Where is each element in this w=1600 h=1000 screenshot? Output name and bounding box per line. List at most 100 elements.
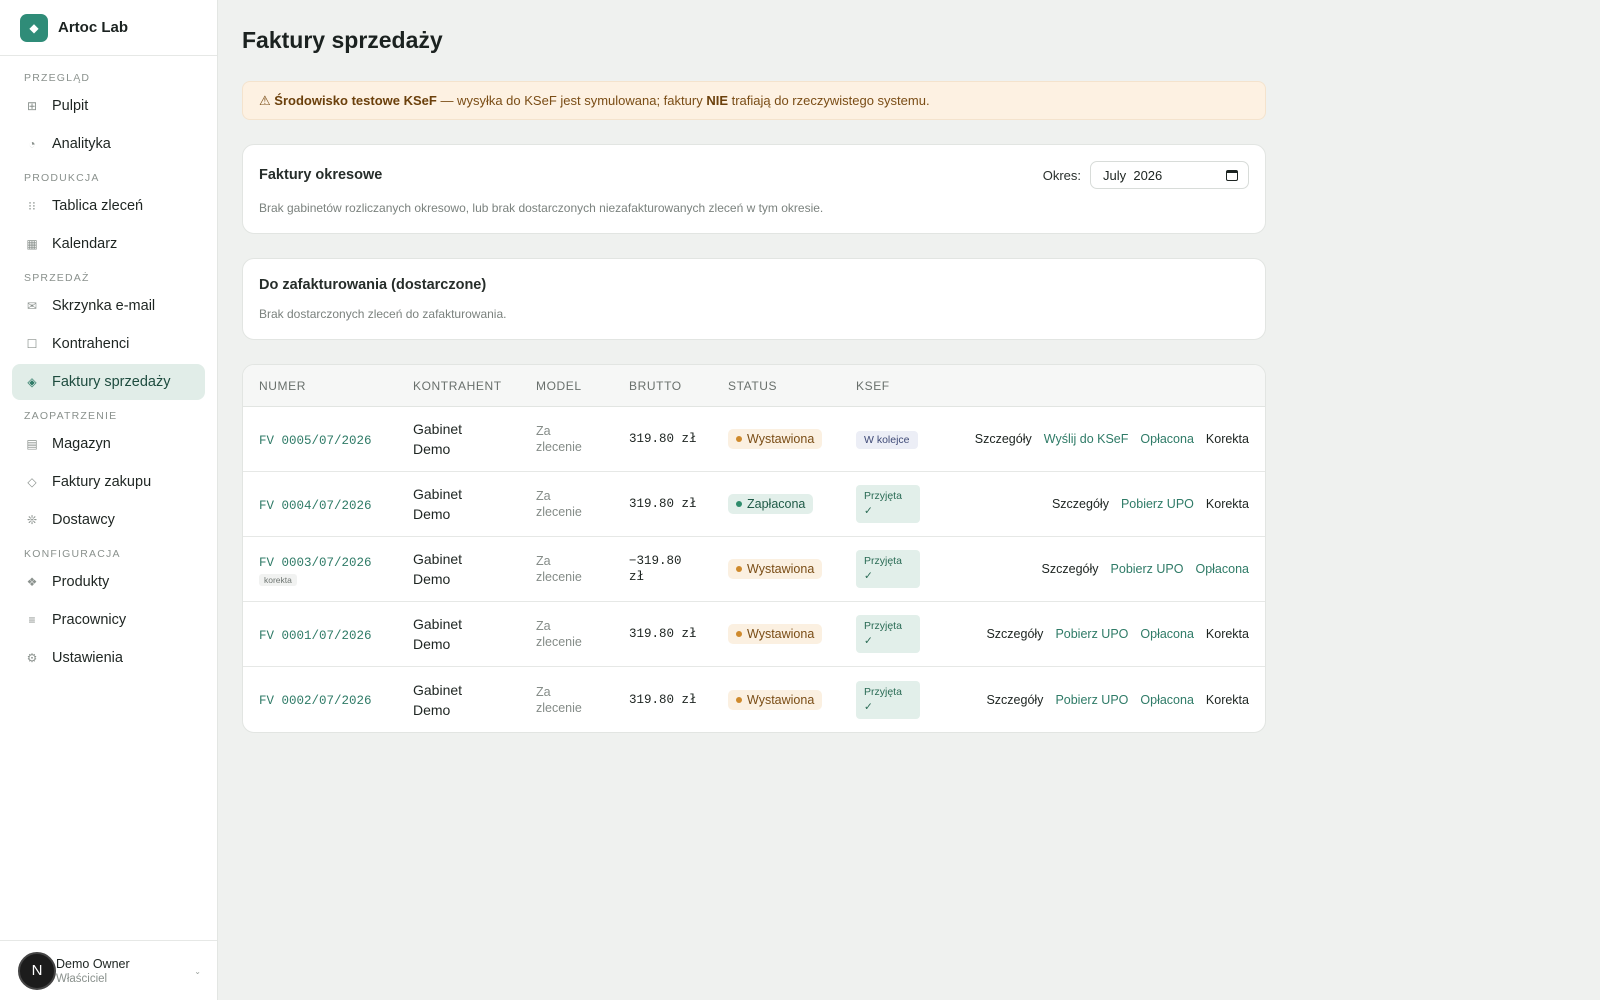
gross-cell: 319.80 zł	[629, 626, 728, 642]
model-cell: Za zlecenie	[536, 553, 629, 585]
ksef-badge-line: Przyjęta	[864, 620, 902, 632]
period-value: July 2026	[1103, 167, 1163, 183]
action-pobierz-upo[interactable]: Pobierz UPO	[1055, 693, 1128, 707]
nav-section-label: SPRZEDAŻ	[24, 272, 90, 284]
suppliers-icon: ❊	[26, 513, 38, 527]
action-opłacona[interactable]: Opłacona	[1140, 693, 1194, 707]
invoice-number-link[interactable]: FV 0002/07/2026	[259, 694, 372, 708]
chevron-down-icon[interactable]: ⌄	[194, 967, 201, 976]
header-status: STATUS	[728, 378, 778, 393]
action-korekta[interactable]: Korekta	[1206, 432, 1249, 446]
action-szczegóły[interactable]: Szczegóły	[986, 693, 1043, 707]
sidebar-item-label: Analityka	[52, 136, 111, 152]
sidebar-item-faktury-sprzedaży[interactable]: ◈ Faktury sprzedaży	[12, 364, 205, 400]
sidebar-item-faktury-zakupu[interactable]: ◇ Faktury zakupu	[12, 464, 205, 500]
ksef-cell: Przyjęta ✓	[856, 680, 936, 719]
sidebar-item-label: Faktury zakupu	[52, 474, 152, 490]
status-label: Zapłacona	[747, 497, 806, 511]
avatar[interactable]: N	[18, 951, 56, 990]
nav-section-label: PRZEGLĄD	[24, 72, 91, 84]
contractor-line: Gabinet	[413, 616, 463, 632]
warning-icon: ⚠	[259, 92, 271, 108]
action-pobierz-upo[interactable]: Pobierz UPO	[1055, 627, 1128, 641]
sidebar-item-kalendarz[interactable]: ▦ Kalendarz	[12, 226, 205, 262]
sidebar-item-label: Skrzynka e-mail	[52, 298, 156, 314]
sidebar-item-tablica-zleceń[interactable]: ⁝⁝ Tablica zleceń	[12, 188, 205, 224]
invoice-number-link[interactable]: FV 0004/07/2026	[259, 499, 372, 513]
table-row: FV 0002/07/2026 Gabinet Demo Za zlecenie 319.…	[243, 667, 1265, 732]
invoice-number-link[interactable]: FV 0001/07/2026	[259, 629, 372, 643]
actions-cell: Szczegóły Pobierz UPO Korekta	[936, 497, 1265, 511]
action-szczegóły[interactable]: Szczegóły	[975, 432, 1032, 446]
action-korekta[interactable]: Korekta	[1206, 693, 1249, 707]
action-pobierz-upo[interactable]: Pobierz UPO	[1111, 562, 1184, 576]
action-opłacona[interactable]: Opłacona	[1140, 627, 1194, 641]
sidebar-item-pulpit[interactable]: ⊞ Pulpit	[12, 88, 205, 124]
status-label: Wystawiona	[747, 692, 815, 707]
invoice-number-link[interactable]: FV 0005/07/2026	[259, 434, 372, 448]
model-line: zlecenie	[536, 570, 582, 584]
status-cell: Wystawiona	[728, 624, 856, 644]
action-wyślij-do-ksef[interactable]: Wyślij do KSeF	[1044, 432, 1129, 446]
header-contractor: KONTRAHENT	[413, 378, 502, 393]
ksef-cell: Przyjęta ✓	[856, 485, 936, 523]
action-korekta[interactable]: Korekta	[1206, 627, 1249, 641]
action-szczegóły[interactable]: Szczegóły	[1052, 497, 1109, 511]
action-pobierz-upo[interactable]: Pobierz UPO	[1121, 497, 1194, 511]
calendar-icon[interactable]	[1226, 169, 1238, 181]
header-gross: BRUTTO	[629, 378, 682, 393]
sidebar-item-ustawienia[interactable]: ⚙ Ustawienia	[12, 640, 205, 676]
sidebar-item-analityka[interactable]: ◔ Analityka	[12, 126, 205, 162]
gross-line: 319.80 zł	[629, 627, 697, 641]
contractor-cell: Gabinet Demo	[413, 680, 536, 720]
model-cell: Za zlecenie	[536, 684, 629, 716]
model-line: zlecenie	[536, 700, 582, 715]
model-line: Za	[536, 554, 551, 568]
contractor-cell: Gabinet Demo	[413, 419, 536, 459]
contractor-line: Demo	[413, 571, 451, 587]
nav-section-label: KONFIGURACJA	[24, 548, 121, 560]
status-cell: Zapłacona	[728, 494, 856, 514]
user-role: Właściciel	[56, 972, 108, 985]
to-invoice-card: Do zafakturowania (dostarczone) Brak dos…	[242, 258, 1266, 340]
status-badge: Wystawiona	[728, 429, 823, 449]
brand[interactable]: ◆ Artoc Lab	[0, 0, 217, 56]
user-panel[interactable]: N Demo Owner Właściciel ⌄	[0, 940, 217, 1000]
action-opłacona[interactable]: Opłacona	[1140, 432, 1194, 446]
invoice-number-cell: FV 0001/07/2026	[243, 626, 413, 643]
sidebar-item-pracownicy[interactable]: ≡ Pracownicy	[12, 602, 205, 638]
period-month-input[interactable]: July 2026	[1090, 161, 1249, 189]
correction-tag: korekta	[259, 573, 297, 586]
invoice-icon: ◈	[27, 375, 37, 389]
sidebar-item-label: Kalendarz	[52, 236, 118, 252]
ksef-cell: Przyjęta ✓	[856, 550, 936, 588]
action-szczegóły[interactable]: Szczegóły	[986, 627, 1043, 641]
sidebar-item-kontrahenci[interactable]: ☐ Kontrahenci	[12, 326, 205, 362]
sidebar-item-skrzynka-e-mail[interactable]: ✉ Skrzynka e-mail	[12, 288, 205, 324]
gross-cell: 319.80 zł	[629, 496, 728, 512]
gross-line: zł	[629, 570, 645, 584]
status-cell: Wystawiona	[728, 559, 856, 579]
table-row: FV 0004/07/2026 Gabinet Demo Za zlecenie 319.…	[243, 472, 1265, 537]
ksef-badge: Przyjęta ✓	[856, 550, 920, 588]
banner-bold-1: Środowisko testowe KSeF	[274, 93, 437, 108]
sidebar-item-label: Pracownicy	[52, 612, 127, 628]
ksef-badge-line: ✓	[864, 570, 873, 582]
action-szczegóły[interactable]: Szczegóły	[1042, 562, 1099, 576]
action-korekta[interactable]: Korekta	[1206, 497, 1249, 511]
grid-icon: ⊞	[26, 99, 38, 113]
ksef-test-banner: ⚠ Środowisko testowe KSeF — wysyłka do K…	[242, 81, 1266, 120]
ksef-badge: Przyjęta ✓	[856, 485, 920, 523]
contractor-line: Gabinet	[413, 486, 463, 502]
table-body: FV 0005/07/2026 Gabinet Demo Za zlecenie 319.…	[243, 407, 1265, 732]
sidebar-item-dostawcy[interactable]: ❊ Dostawcy	[12, 502, 205, 538]
invoice-number-link[interactable]: FV 0003/07/2026	[259, 556, 372, 570]
invoice-number-cell: FV 0002/07/2026	[243, 691, 413, 708]
contractor-line: Gabinet	[413, 421, 463, 437]
sidebar-item-magazyn[interactable]: ▤ Magazyn	[12, 426, 205, 462]
actions-cell: Szczegóły Pobierz UPO Opłacona Korekta	[936, 627, 1265, 641]
action-opłacona[interactable]: Opłacona	[1195, 562, 1249, 576]
brand-logo-icon: ◆	[20, 13, 48, 42]
purchase-invoice-icon: ◇	[27, 475, 37, 489]
sidebar-item-produkty[interactable]: ❖ Produkty	[12, 564, 205, 600]
